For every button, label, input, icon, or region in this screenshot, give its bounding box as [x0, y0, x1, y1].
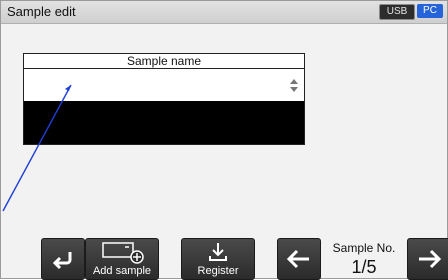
register-label: Register — [197, 265, 239, 277]
register-button[interactable]: Register — [181, 238, 255, 280]
spinner-icon[interactable] — [290, 79, 298, 93]
title-bar: Sample edit USB PC — [1, 1, 447, 24]
usb-badge-label: USB — [386, 6, 408, 17]
next-sample-button[interactable] — [407, 238, 448, 280]
previous-sample-button[interactable] — [277, 238, 321, 280]
sample-name-header: Sample name — [24, 54, 304, 69]
left-arrow-icon — [286, 249, 309, 269]
right-arrow-icon — [419, 249, 442, 269]
spin-up-icon[interactable] — [290, 79, 298, 84]
sample-number-display: Sample No. 1/5 — [325, 238, 403, 278]
sample-name-table: Sample name — [23, 53, 305, 145]
app-window: Sample edit USB PC Sample name Add sampl… — [0, 0, 448, 280]
download-icon — [209, 243, 227, 261]
sample-edit-screen: Sample edit USB PC Sample name Add sampl… — [0, 0, 448, 280]
sample-no-title: Sample No. — [332, 241, 396, 255]
add-sample-label: Add sample — [92, 265, 152, 277]
back-button[interactable] — [41, 238, 85, 280]
back-arrow-icon — [52, 252, 72, 270]
sample-name-field[interactable] — [24, 69, 304, 101]
page-title: Sample edit — [7, 4, 76, 19]
pc-badge-label: PC — [423, 5, 437, 16]
bottom-toolbar: Add sample Register Sample No. 1/5 — [1, 238, 448, 280]
sample-no-value: 1/5 — [351, 257, 377, 277]
pc-connection-icon: PC — [417, 4, 443, 18]
spin-down-icon[interactable] — [290, 87, 298, 92]
add-sample-button[interactable]: Add sample — [85, 238, 159, 280]
usb-icon: USB — [379, 4, 415, 20]
add-sample-icon — [102, 242, 144, 264]
